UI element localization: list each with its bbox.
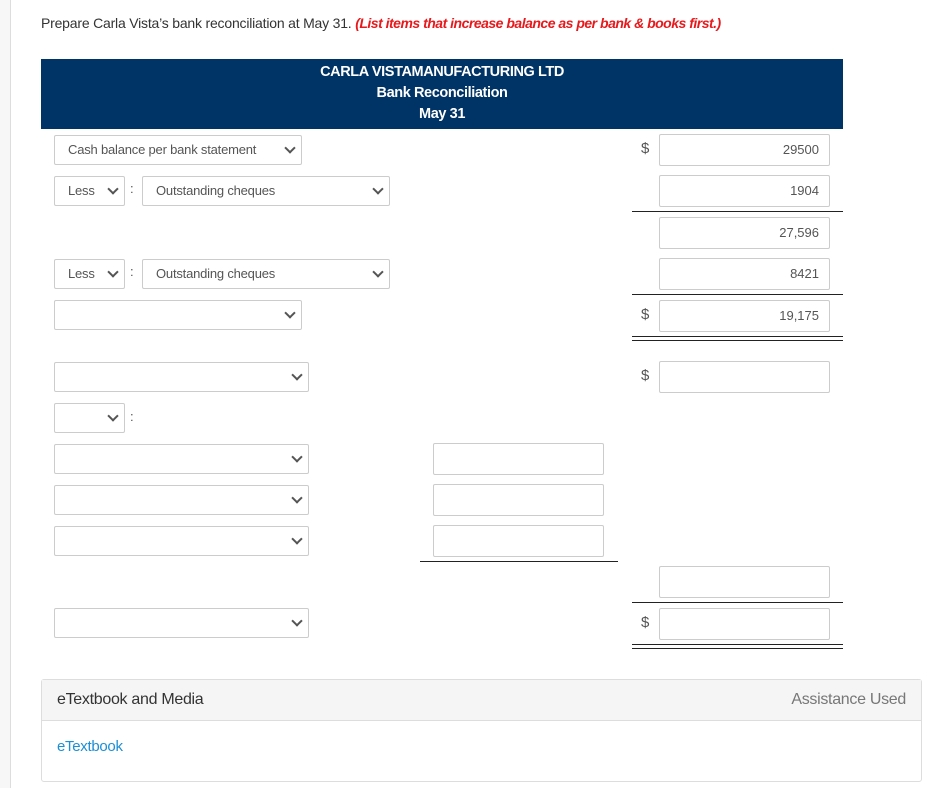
panel-title: eTextbook and Media [57, 691, 204, 708]
less2-operator-label: Less [68, 266, 95, 281]
chevron-down-icon [284, 307, 296, 319]
bank-balance-select[interactable]: Cash balance per bank statement [54, 135, 302, 165]
chevron-down-icon [291, 533, 303, 545]
book-item-amount-input-1[interactable] [433, 443, 604, 475]
colon-separator: : [130, 409, 134, 424]
chevron-down-icon [291, 492, 303, 504]
prompt-text: Prepare Carla Vista’s bank reconciliatio… [41, 15, 352, 31]
less2-operator-select[interactable]: Less [54, 259, 125, 289]
panel-header: eTextbook and Media Assistance Used [42, 680, 921, 721]
chevron-down-icon [372, 266, 384, 278]
book-balance-select[interactable] [54, 362, 309, 392]
chevron-down-icon [372, 183, 384, 195]
adjusted-book-amount-input[interactable] [659, 608, 830, 640]
etextbook-panel: eTextbook and Media Assistance Used eTex… [41, 679, 922, 782]
total-double-rule [632, 336, 843, 341]
book-balance-amount-input[interactable] [659, 361, 830, 393]
book-operator-select[interactable] [54, 403, 125, 433]
subtotal-rule [632, 602, 843, 603]
prompt-emphasis: (List items that increase balance as per… [355, 15, 721, 31]
subtotal-rule [632, 294, 843, 295]
question-prompt: Prepare Carla Vista’s bank reconciliatio… [41, 15, 721, 31]
subtotal-rule [632, 211, 843, 212]
colon-separator: : [130, 264, 134, 279]
book-item-amount-input-2[interactable] [433, 484, 604, 516]
colon-separator: : [130, 181, 134, 196]
chevron-down-icon [107, 183, 119, 195]
less2-amount-input[interactable]: 8421 [659, 258, 830, 290]
less1-item-select[interactable]: Outstanding cheques [142, 176, 390, 206]
reconciliation-header: CARLA VISTAMANUFACTURING LTD Bank Reconc… [41, 59, 843, 129]
etextbook-link[interactable]: eTextbook [57, 738, 123, 755]
statement-title: Bank Reconciliation [376, 85, 508, 101]
bank-balance-label: Cash balance per bank statement [68, 142, 257, 157]
left-strip [0, 0, 11, 788]
chevron-down-icon [284, 142, 296, 154]
less2-item-select[interactable]: Outstanding cheques [142, 259, 390, 289]
dollar-sign: $ [641, 140, 650, 157]
adjusted-book-select[interactable] [54, 608, 309, 638]
bank-balance-amount-input[interactable]: 29500 [659, 134, 830, 166]
dollar-sign: $ [641, 306, 650, 323]
assistance-used-label: Assistance Used [791, 691, 906, 708]
book-item-select-1[interactable] [54, 444, 309, 474]
chevron-down-icon [107, 410, 119, 422]
subtotal1-amount-input[interactable]: 27,596 [659, 217, 830, 249]
less2-item-label: Outstanding cheques [156, 266, 276, 281]
less1-amount-input[interactable]: 1904 [659, 175, 830, 207]
adjusted-bank-select[interactable] [54, 300, 302, 330]
book-item-select-3[interactable] [54, 526, 309, 556]
dollar-sign: $ [641, 614, 650, 631]
dollar-sign: $ [641, 367, 650, 384]
chevron-down-icon [291, 369, 303, 381]
book-item-select-2[interactable] [54, 485, 309, 515]
book-item-amount-input-3[interactable] [433, 525, 604, 557]
chevron-down-icon [291, 615, 303, 627]
chevron-down-icon [107, 266, 119, 278]
less1-operator-select[interactable]: Less [54, 176, 125, 206]
statement-date: May 31 [419, 106, 465, 122]
less1-item-label: Outstanding cheques [156, 183, 276, 198]
book-subtotal-amount-input[interactable] [659, 566, 830, 598]
adjusted-bank-amount-input[interactable]: 19,175 [659, 300, 830, 332]
company-name: CARLA VISTAMANUFACTURING LTD [320, 64, 564, 80]
less1-operator-label: Less [68, 183, 95, 198]
chevron-down-icon [291, 451, 303, 463]
total-double-rule [632, 644, 843, 649]
subtotal-rule [420, 561, 618, 562]
